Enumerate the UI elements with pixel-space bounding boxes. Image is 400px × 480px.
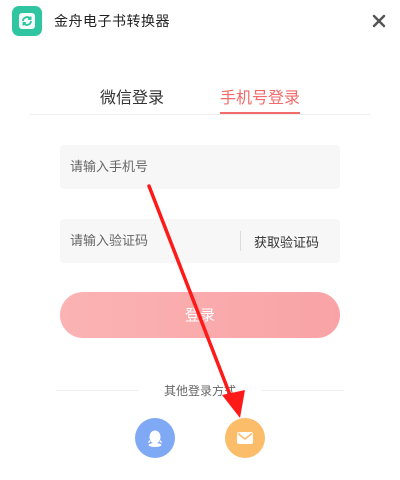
code-field-separator xyxy=(240,231,241,251)
tab-phone-login[interactable]: 手机号登录 xyxy=(220,84,300,108)
divider-right xyxy=(262,390,344,391)
tabs-divider xyxy=(30,114,370,115)
app-title: 金舟电子书转换器 xyxy=(54,14,170,30)
qq-penguin-icon xyxy=(147,430,163,447)
mail-icon xyxy=(237,432,253,444)
close-button[interactable] xyxy=(370,12,388,30)
login-button[interactable]: 登录 xyxy=(60,292,340,338)
verification-code-input[interactable] xyxy=(60,219,240,263)
other-login-label: 其他登录方式 xyxy=(163,384,236,398)
refresh-book-icon xyxy=(19,13,35,29)
login-window: 金舟电子书转换器 微信登录 手机号登录 获取验证码 登录 其他登录方式 xyxy=(0,0,400,480)
tab-wechat-login[interactable]: 微信登录 xyxy=(100,84,164,108)
phone-input[interactable] xyxy=(60,145,340,189)
email-login-button[interactable] xyxy=(225,418,265,458)
app-logo xyxy=(12,6,42,36)
qq-login-button[interactable] xyxy=(135,418,175,458)
get-code-button[interactable]: 获取验证码 xyxy=(254,232,319,251)
divider-left xyxy=(56,390,138,391)
phone-field-container xyxy=(60,145,340,189)
code-field-container: 获取验证码 xyxy=(60,219,340,263)
close-icon xyxy=(372,14,386,28)
